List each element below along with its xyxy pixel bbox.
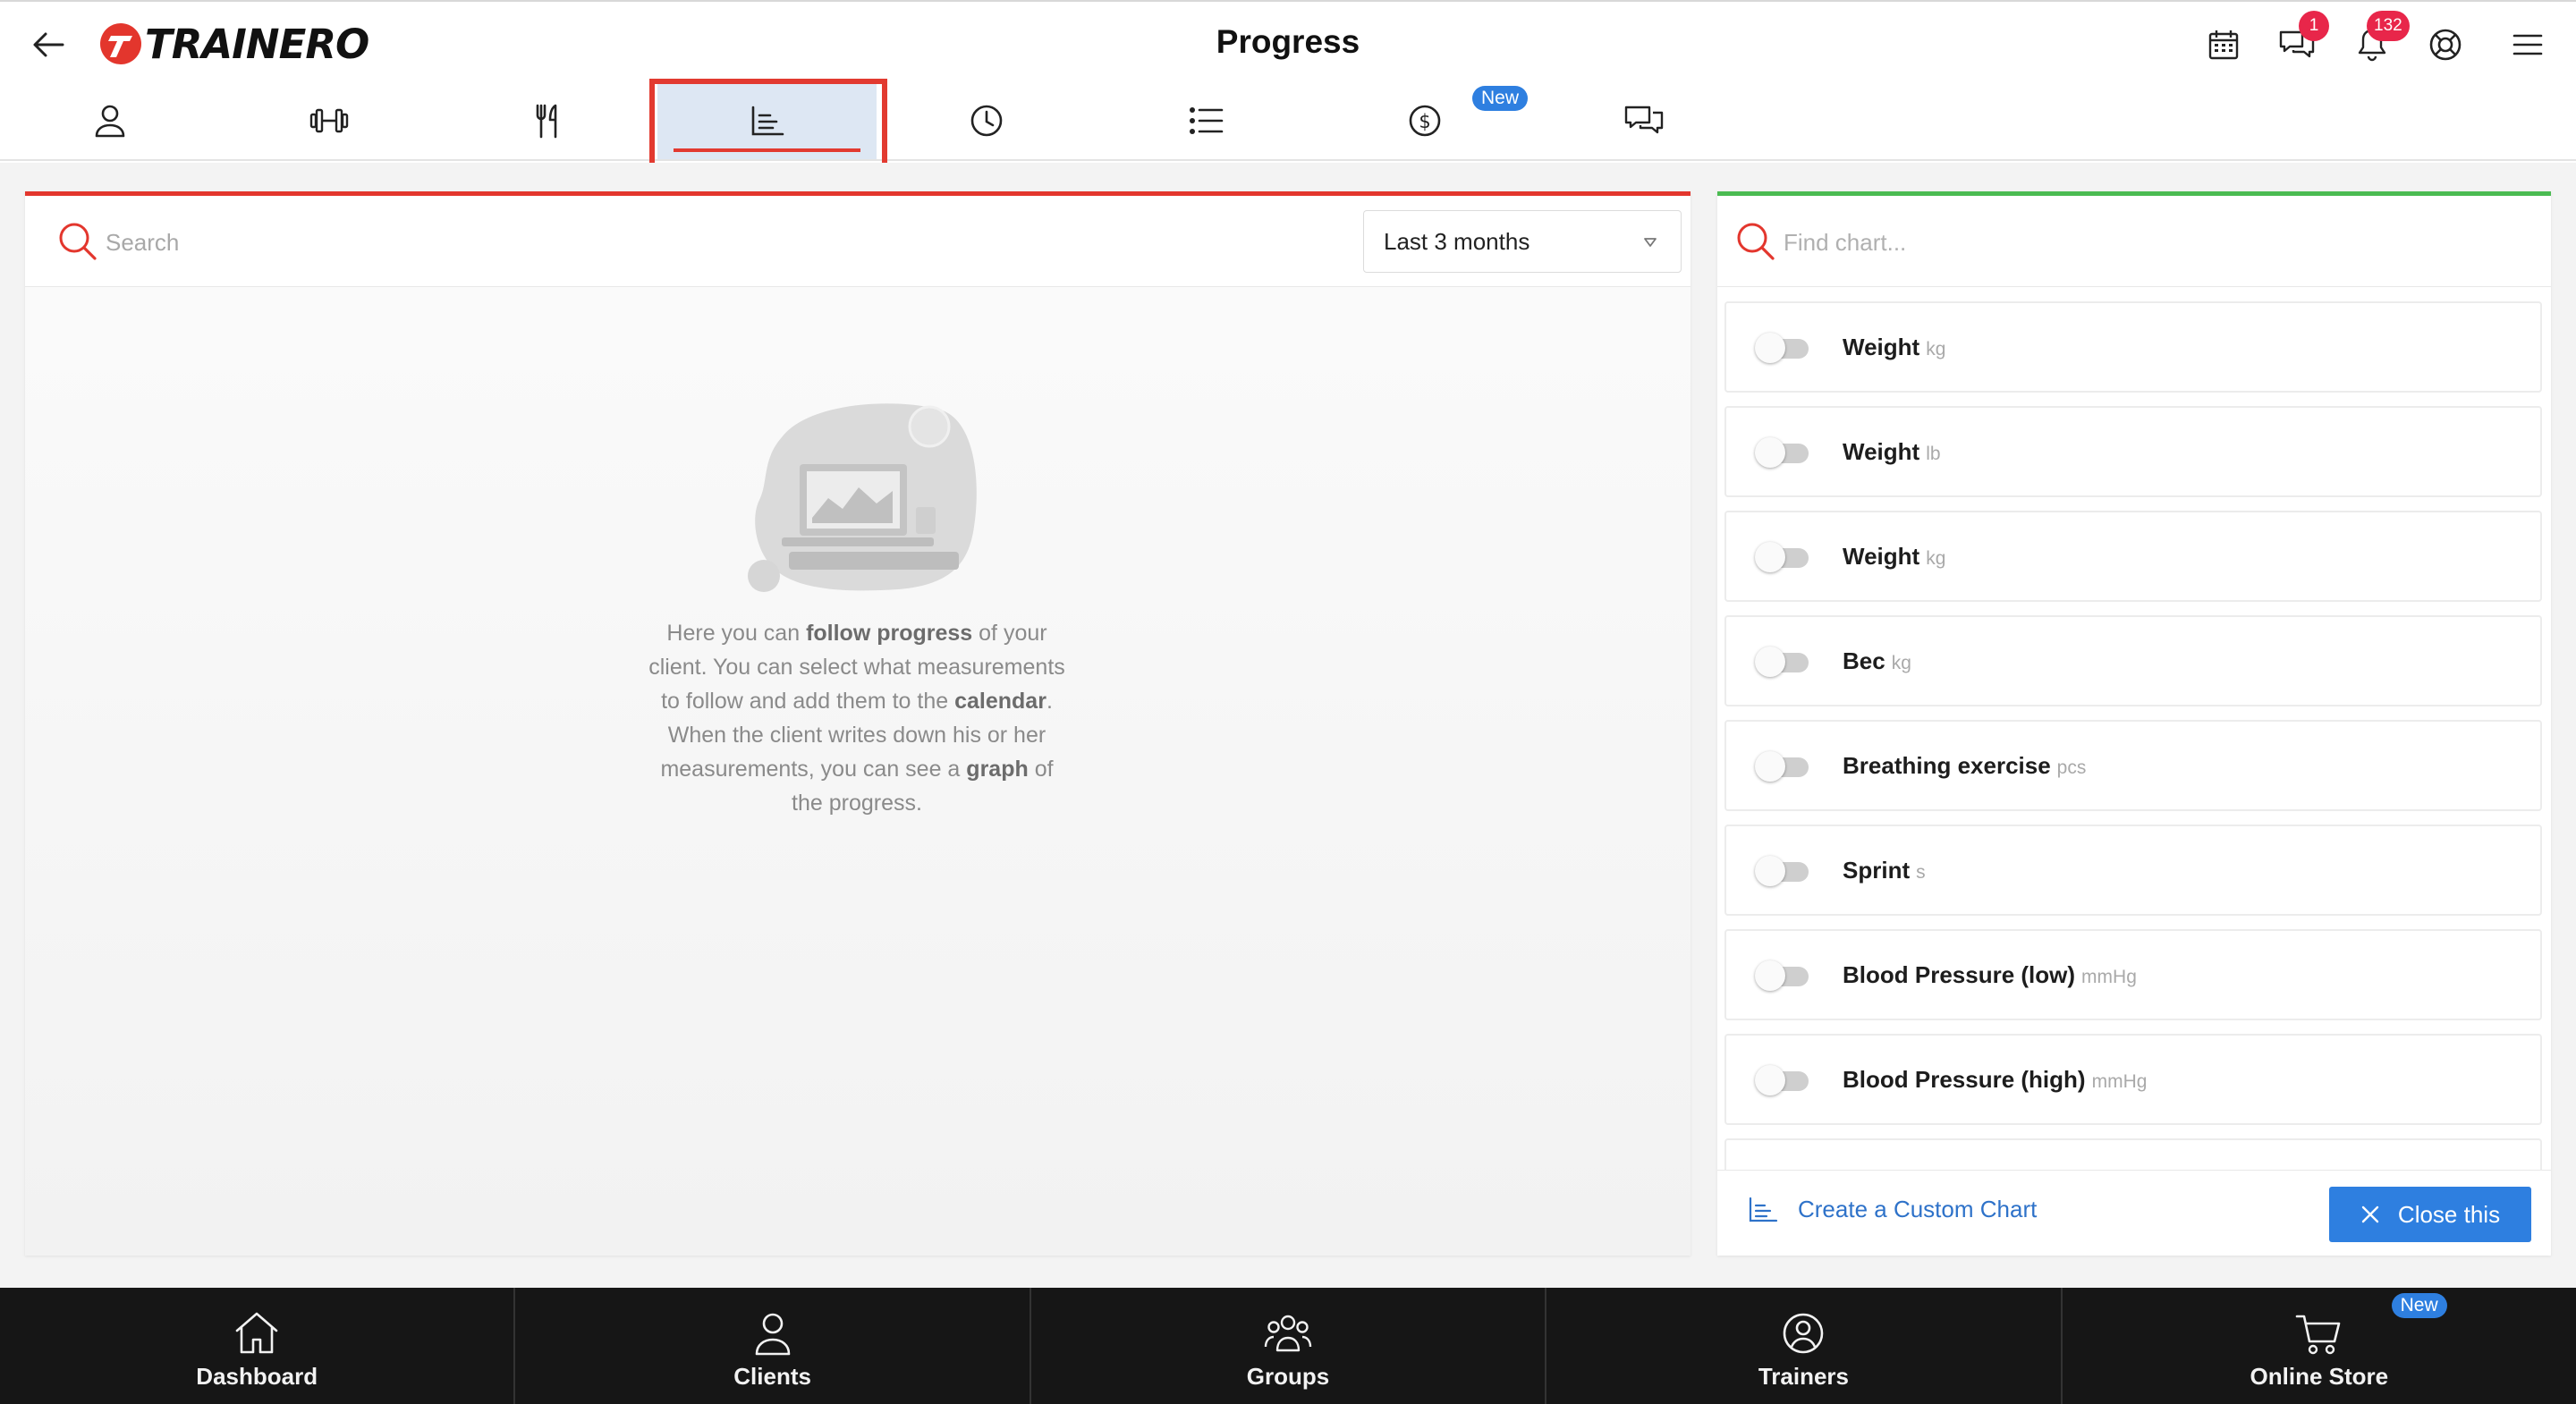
cutlery-icon bbox=[536, 104, 556, 139]
close-icon bbox=[2361, 1205, 2379, 1223]
search-icon bbox=[1737, 223, 1775, 260]
chart-item[interactable]: Weight lb bbox=[1724, 406, 2542, 497]
laptop-illustration bbox=[748, 403, 977, 592]
chart-toggle[interactable] bbox=[1755, 333, 1810, 363]
chart-toggle[interactable] bbox=[1755, 960, 1810, 991]
nav-clients[interactable]: Clients bbox=[515, 1288, 1031, 1404]
chart-icon bbox=[1749, 1197, 1778, 1222]
menu-button[interactable] bbox=[2506, 23, 2549, 66]
tab-profile[interactable] bbox=[0, 82, 219, 159]
nav-dashboard[interactable]: Dashboard bbox=[0, 1288, 516, 1404]
calendar-button[interactable] bbox=[2202, 23, 2245, 66]
chart-item[interactable]: Weight kg bbox=[1724, 511, 2542, 602]
notifications-button[interactable]: 132 bbox=[2351, 11, 2410, 66]
search-icon bbox=[59, 223, 97, 260]
chart-label: Blood Pressure (high) mmHg bbox=[1843, 1066, 2148, 1093]
date-range-value: Last 3 months bbox=[1384, 227, 1530, 255]
nav-trainers[interactable]: Trainers bbox=[1546, 1288, 2063, 1404]
chart-item[interactable]: Sprint s bbox=[1724, 825, 2542, 916]
dumbbell-icon bbox=[309, 108, 348, 133]
chart-label: Weight kg bbox=[1843, 334, 1946, 360]
home-icon bbox=[235, 1312, 278, 1353]
back-arrow-icon bbox=[33, 32, 64, 57]
calendar-icon bbox=[2208, 30, 2239, 60]
store-new-badge: New bbox=[2391, 1293, 2447, 1318]
chart-list: Weight kg Weight lb Weight kg Bec kg Breathi… bbox=[1717, 301, 2551, 1196]
chart-label: Weight kg bbox=[1843, 543, 1946, 570]
progress-search-row: Last 3 months bbox=[25, 196, 1690, 287]
dollar-icon: $ bbox=[1409, 105, 1440, 137]
chart-toggle[interactable] bbox=[1755, 1065, 1810, 1095]
chart-picker-panel: Weightkg Weightlb Weightkg Beckg Breathi… bbox=[1717, 191, 2551, 1256]
top-bar: TRAINERO Progress 1 132 bbox=[0, 0, 2576, 82]
close-button[interactable]: Close this bbox=[2329, 1187, 2531, 1242]
chart-search-row bbox=[1717, 196, 2551, 287]
chart-toggle[interactable] bbox=[1755, 856, 1810, 886]
chart-search-input[interactable] bbox=[1784, 221, 2499, 264]
nav-groups[interactable]: Groups bbox=[1031, 1288, 1547, 1404]
chart-label: Bec kg bbox=[1843, 647, 1911, 674]
clock-icon bbox=[970, 105, 1002, 137]
chart-toggle[interactable] bbox=[1755, 437, 1810, 468]
chart-toggle[interactable] bbox=[1755, 751, 1810, 782]
chart-label: Breathing exercise pcs bbox=[1843, 752, 2087, 779]
hamburger-icon bbox=[2512, 34, 2543, 55]
chat-icon bbox=[1624, 106, 1663, 134]
create-custom-chart-label: Create a Custom Chart bbox=[1798, 1196, 2038, 1222]
chevron-down-icon bbox=[1644, 238, 1657, 247]
bottom-navigation: Dashboard Clients Groups Trainers Online… bbox=[0, 1288, 2576, 1404]
chart-item[interactable]: Bec kg bbox=[1724, 615, 2542, 706]
trainero-logo[interactable]: TRAINERO bbox=[98, 20, 369, 68]
main-content: Last 3 months Here you can follow progre bbox=[0, 163, 2576, 1288]
progress-panel: Last 3 months Here you can follow progre bbox=[25, 191, 1690, 1256]
tab-workouts[interactable] bbox=[219, 82, 438, 159]
tab-messages[interactable] bbox=[1534, 82, 1753, 159]
help-button[interactable] bbox=[2424, 23, 2467, 66]
chart-label: Blood Pressure (low) mmHg bbox=[1843, 961, 2137, 988]
chart-label: Sprint s bbox=[1843, 857, 1926, 884]
nav-online-store[interactable]: Online Store New bbox=[2063, 1288, 2576, 1404]
date-range-select[interactable]: Last 3 months bbox=[1363, 210, 1682, 273]
progress-search-input[interactable] bbox=[106, 221, 1089, 264]
trainer-icon bbox=[1784, 1313, 1824, 1353]
tab-payments[interactable]: $ New bbox=[1315, 82, 1534, 159]
messages-button[interactable]: 1 bbox=[2275, 11, 2329, 66]
tab-history[interactable] bbox=[877, 82, 1096, 159]
lifebuoy-icon bbox=[2429, 29, 2462, 61]
messages-badge: 1 bbox=[2299, 11, 2329, 41]
payments-new-badge: New bbox=[1472, 86, 1529, 111]
create-custom-chart-link[interactable]: Create a Custom Chart bbox=[1748, 1196, 2037, 1223]
chart-label: Weight lb bbox=[1843, 438, 1941, 465]
chart-item[interactable]: Blood Pressure (low) mmHg bbox=[1724, 929, 2542, 1020]
person-icon bbox=[95, 105, 124, 138]
chart-picker-footer: Create a Custom Chart Close this bbox=[1717, 1170, 2551, 1256]
cart-icon bbox=[2295, 1315, 2341, 1354]
page-title: Progress bbox=[1216, 23, 1360, 60]
back-button[interactable] bbox=[25, 21, 72, 68]
chart-item[interactable]: Blood Pressure (high) mmHg bbox=[1724, 1034, 2542, 1125]
tab-progress[interactable] bbox=[657, 82, 877, 159]
group-icon bbox=[1264, 1315, 1312, 1351]
logo-mark-icon bbox=[100, 23, 141, 64]
tab-checklist[interactable] bbox=[1096, 82, 1315, 159]
tab-nutrition[interactable] bbox=[438, 82, 657, 159]
list-icon bbox=[1189, 107, 1223, 134]
close-label: Close this bbox=[2397, 1200, 2501, 1228]
svg-text:$: $ bbox=[1419, 111, 1430, 132]
logo-text: TRAINERO bbox=[145, 20, 369, 68]
chart-toggle[interactable] bbox=[1755, 542, 1810, 572]
person-icon bbox=[755, 1313, 790, 1355]
chart-toggle[interactable] bbox=[1755, 647, 1810, 677]
client-tabs: $ New bbox=[0, 82, 2576, 161]
chart-item[interactable]: Breathing exercise pcs bbox=[1724, 720, 2542, 811]
chart-item[interactable]: Weight kg bbox=[1724, 301, 2542, 393]
notifications-badge: 132 bbox=[2367, 11, 2410, 41]
empty-state-text: Here you can follow progress of your cli… bbox=[648, 621, 1065, 816]
chart-icon bbox=[751, 106, 784, 136]
